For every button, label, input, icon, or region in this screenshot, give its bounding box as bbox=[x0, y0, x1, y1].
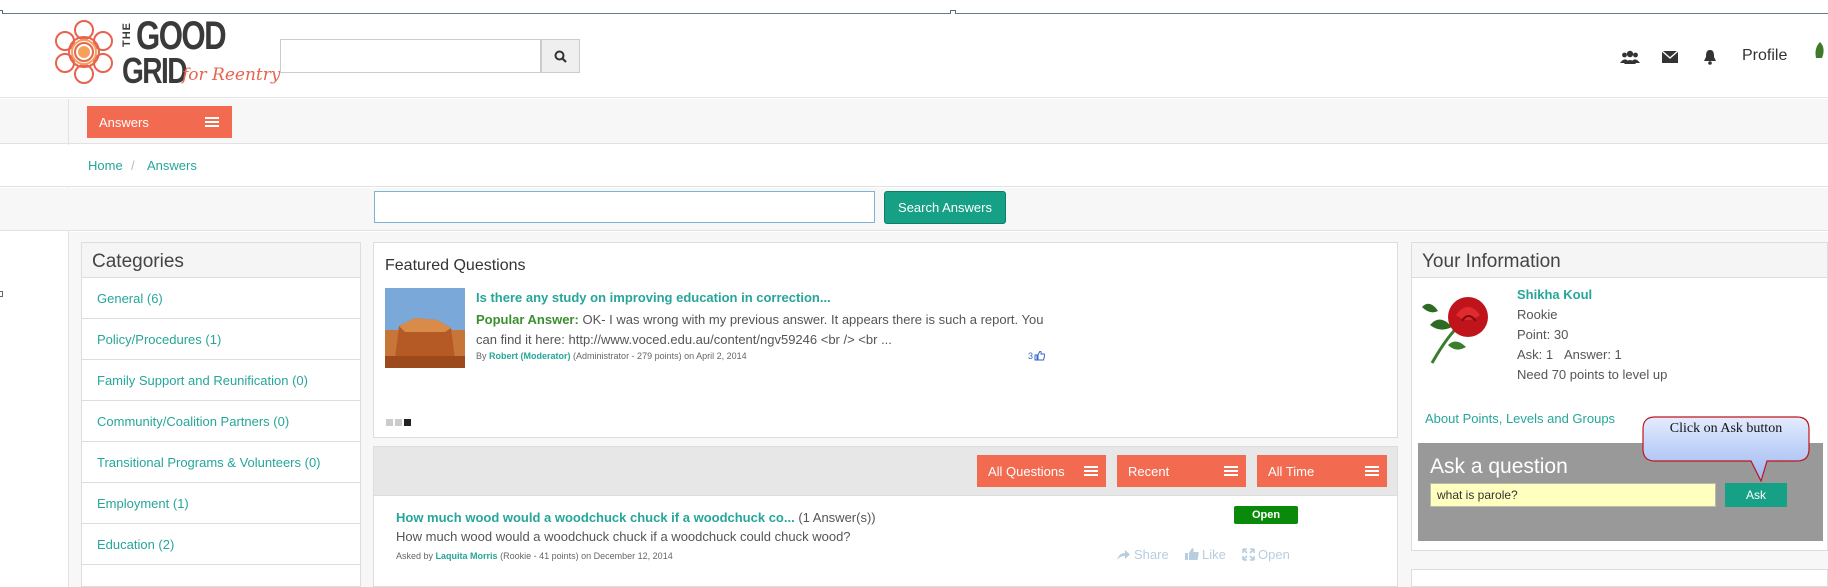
site-logo[interactable]: THE GOOD GRID for Reentry bbox=[50, 14, 281, 94]
featured-likes[interactable]: 3 bbox=[1028, 351, 1046, 361]
categories-list: General (6) Policy/Procedures (1) Family… bbox=[82, 278, 360, 565]
ask-question-title: Ask a question bbox=[1430, 455, 1568, 478]
filter-all-time[interactable]: All Time bbox=[1257, 455, 1387, 487]
your-information-title: Your Information bbox=[1412, 243, 1827, 278]
hamburger-icon bbox=[1084, 466, 1098, 476]
meta-author-info: (Administrator - 279 points) bbox=[573, 351, 682, 361]
likes-count: 3 bbox=[1028, 351, 1034, 361]
your-information-panel: Your Information Shikha Koul Rookie Poin… bbox=[1411, 242, 1828, 551]
open-label: Open bbox=[1258, 547, 1290, 562]
user-answer-count: Answer: 1 bbox=[1563, 347, 1622, 362]
site-search-input[interactable] bbox=[280, 39, 541, 73]
user-rank: Rookie bbox=[1517, 307, 1558, 322]
user-points: Point: 30 bbox=[1517, 327, 1569, 342]
share-icon bbox=[1117, 549, 1130, 560]
breadcrumb bbox=[0, 145, 1828, 187]
category-item[interactable]: Policy/Procedures (1) bbox=[82, 319, 360, 360]
meta-asked-by: Asked by bbox=[396, 551, 434, 561]
logo-good: GOOD bbox=[136, 14, 227, 58]
thumbs-up-icon bbox=[1034, 351, 1046, 361]
question-title-link[interactable]: How much wood would a woodchuck chuck if… bbox=[396, 510, 795, 525]
hamburger-icon bbox=[1365, 466, 1379, 476]
filter-label: All Questions bbox=[988, 464, 1065, 479]
share-label: Share bbox=[1134, 547, 1169, 562]
featured-meta: By Robert (Moderator) (Administrator - 2… bbox=[476, 351, 747, 361]
category-item[interactable]: Education (2) bbox=[82, 524, 360, 565]
user-ask-count: Ask: 1 bbox=[1517, 347, 1554, 362]
breadcrumb-current[interactable]: Answers bbox=[147, 158, 197, 173]
filter-label: Recent bbox=[1128, 464, 1170, 479]
plant-icon bbox=[1815, 42, 1824, 58]
featured-author-link[interactable]: Robert (Moderator) bbox=[489, 351, 571, 361]
ask-question-input[interactable]: what is parole? bbox=[1430, 483, 1716, 507]
categories-panel: Categories General (6) Policy/Procedures… bbox=[81, 242, 361, 587]
featured-pager[interactable] bbox=[386, 419, 411, 426]
popular-answer-label: Popular Answer: bbox=[476, 312, 579, 327]
ask-button[interactable]: Ask bbox=[1725, 483, 1787, 507]
meta-date: on December 12, 2014 bbox=[581, 551, 673, 561]
resize-handle[interactable] bbox=[0, 291, 3, 297]
filter-recent[interactable]: Recent bbox=[1117, 455, 1246, 487]
thumbs-up-icon bbox=[1185, 548, 1199, 560]
pager-dot[interactable] bbox=[395, 419, 402, 426]
user-ask-answer: Ask: 1 Answer: 1 bbox=[1517, 347, 1622, 362]
share-action[interactable]: Share bbox=[1116, 547, 1169, 562]
featured-question-link[interactable]: Is there any study on improving educatio… bbox=[476, 290, 831, 305]
answers-menu-button[interactable]: Answers bbox=[87, 106, 232, 138]
envelope-icon[interactable] bbox=[1659, 47, 1681, 67]
meta-by: By bbox=[476, 351, 487, 361]
logo-grid: GRID bbox=[122, 50, 188, 91]
sub-navigation bbox=[0, 99, 1828, 144]
search-icon bbox=[554, 50, 567, 63]
featured-title: Featured Questions bbox=[385, 257, 526, 274]
filter-all-questions[interactable]: All Questions bbox=[977, 455, 1106, 487]
question-body: How much wood would a woodchuck chuck if… bbox=[396, 529, 851, 544]
users-icon[interactable] bbox=[1619, 47, 1641, 67]
featured-answer: Popular Answer: OK- I was wrong with my … bbox=[476, 310, 1056, 350]
question-author-link[interactable]: Laquita Morris bbox=[436, 551, 498, 561]
meta-author-info: (Rookie - 41 points) bbox=[500, 551, 579, 561]
profile-link[interactable]: Profile bbox=[1742, 47, 1787, 65]
site-header: THE GOOD GRID for Reentry Profile bbox=[0, 14, 1828, 98]
hamburger-icon bbox=[1224, 466, 1238, 476]
category-item[interactable]: Family Support and Reunification (0) bbox=[82, 360, 360, 401]
open-action[interactable]: Open bbox=[1242, 547, 1290, 562]
pager-dot[interactable] bbox=[386, 419, 393, 426]
logo-the: THE bbox=[121, 22, 133, 47]
bell-icon[interactable] bbox=[1699, 47, 1721, 67]
callout-text: Click on Ask button bbox=[1669, 421, 1783, 436]
sidebar-panel bbox=[1411, 569, 1828, 587]
question-meta: Asked by Laquita Morris (Rookie - 41 poi… bbox=[396, 551, 673, 561]
logo-tagline: for Reentry bbox=[182, 65, 281, 85]
category-item[interactable]: General (6) bbox=[82, 278, 360, 319]
answers-menu-label: Answers bbox=[99, 115, 149, 130]
question-title: How much wood would a woodchuck chuck if… bbox=[396, 510, 876, 525]
featured-questions-panel: Featured Questions Is there any study on… bbox=[373, 242, 1398, 438]
breadcrumb-home[interactable]: Home bbox=[88, 158, 123, 173]
pager-dot-active[interactable] bbox=[404, 419, 411, 426]
flower-logo-icon bbox=[55, 20, 113, 84]
categories-title: Categories bbox=[82, 243, 360, 278]
user-name-link[interactable]: Shikha Koul bbox=[1517, 287, 1592, 302]
status-badge: Open bbox=[1234, 506, 1298, 524]
question-list-item: How much wood would a woodchuck chuck if… bbox=[373, 496, 1398, 587]
like-action[interactable]: Like bbox=[1185, 547, 1226, 562]
like-label: Like bbox=[1202, 547, 1226, 562]
meta-date: on April 2, 2014 bbox=[684, 351, 747, 361]
question-answer-count: (1 Answer(s)) bbox=[798, 510, 876, 525]
answers-search-input[interactable] bbox=[374, 191, 875, 223]
points-levels-link[interactable]: About Points, Levels and Groups bbox=[1425, 411, 1615, 426]
site-search-button[interactable] bbox=[541, 39, 580, 73]
search-answers-button[interactable]: Search Answers bbox=[884, 191, 1006, 224]
featured-thumbnail[interactable] bbox=[385, 288, 465, 368]
user-level-progress: Need 70 points to level up bbox=[1517, 367, 1668, 382]
expand-icon bbox=[1242, 548, 1255, 561]
hamburger-icon bbox=[205, 117, 219, 127]
filter-label: All Time bbox=[1268, 464, 1315, 479]
category-item[interactable]: Transitional Programs & Volunteers (0) bbox=[82, 442, 360, 483]
category-item[interactable]: Employment (1) bbox=[82, 483, 360, 524]
category-item[interactable]: Community/Coalition Partners (0) bbox=[82, 401, 360, 442]
breadcrumb-separator: / bbox=[131, 158, 135, 173]
avatar[interactable] bbox=[1420, 285, 1500, 365]
